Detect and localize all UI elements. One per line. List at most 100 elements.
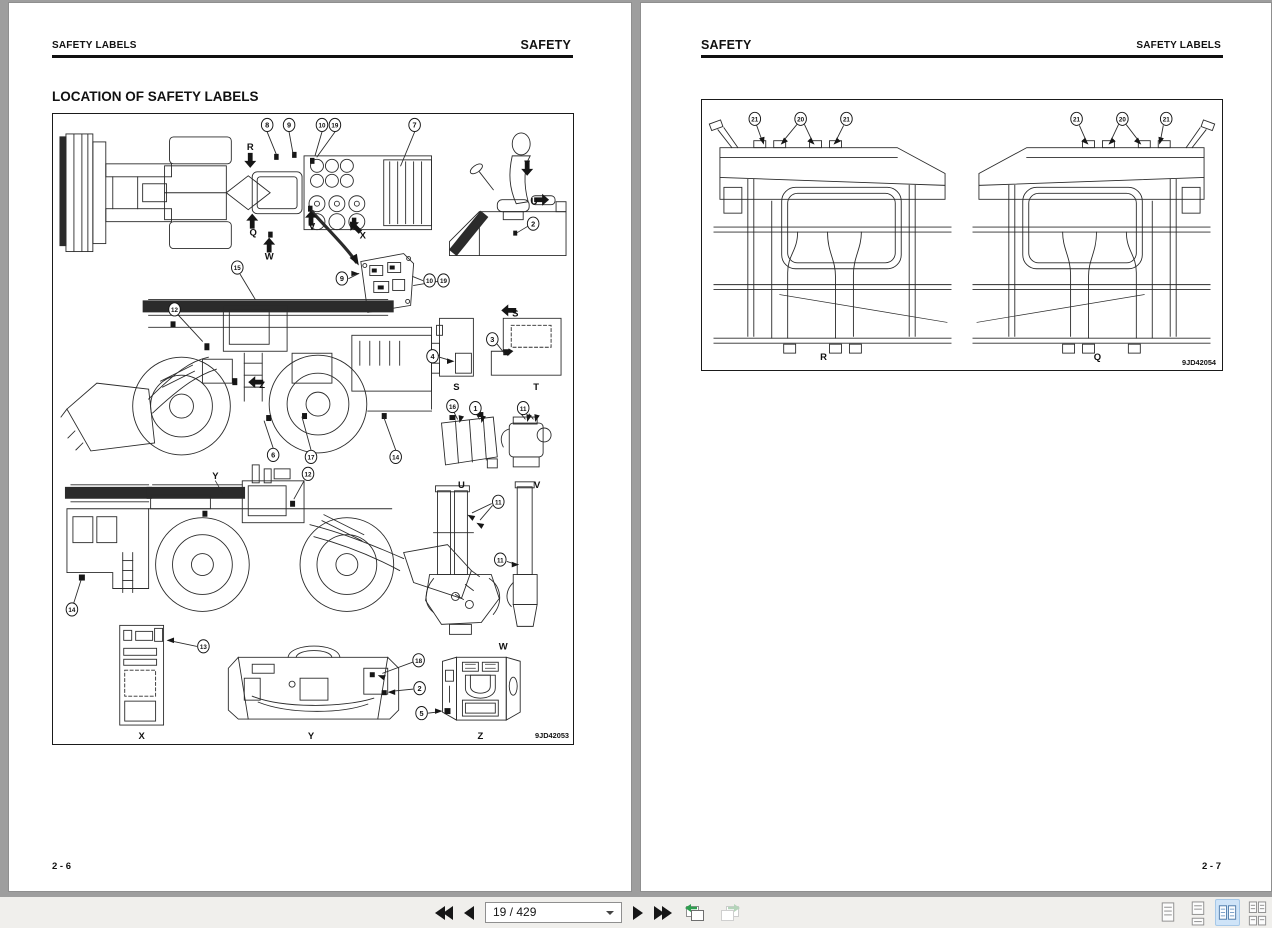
svg-text:3: 3 <box>490 335 494 344</box>
single-page-layout-icon <box>1161 902 1175 922</box>
svg-text:10: 10 <box>426 278 433 285</box>
svg-text:Y: Y <box>212 471 219 482</box>
svg-text:U: U <box>531 197 538 208</box>
running-header-left: SAFETY <box>701 38 752 52</box>
svg-text:12: 12 <box>171 307 178 314</box>
continuous-layout-button[interactable] <box>1185 899 1210 926</box>
svg-text:11: 11 <box>497 557 504 564</box>
continuous-layout-icon <box>1191 901 1205 926</box>
previous-page-button[interactable] <box>464 897 474 928</box>
svg-text:T: T <box>524 159 530 170</box>
facing-pages-layout-button[interactable] <box>1215 899 1240 926</box>
svg-text:17: 17 <box>308 455 315 462</box>
detail-z <box>442 656 521 721</box>
figure-cab-safety-labels: 21 20 21 21 20 21 RQ 9JD42054 <box>701 99 1223 371</box>
svg-text:8: 8 <box>265 121 269 130</box>
section-title: LOCATION OF SAFETY LABELS <box>52 89 259 104</box>
header-rule <box>52 55 573 58</box>
view-label-layer: R Q W V X T U S Z Y S T U V W X Y Z <box>139 142 541 742</box>
page-navigation-group: 19 / 429 <box>435 897 742 928</box>
svg-text:11: 11 <box>520 406 527 413</box>
svg-text:14: 14 <box>392 455 399 462</box>
figure-code: 9JD42054 <box>1182 358 1217 367</box>
svg-text:T: T <box>533 382 539 393</box>
cab-views-diagram: 21 20 21 21 20 21 RQ 9JD42054 <box>708 111 1217 367</box>
running-header-right: SAFETY <box>520 38 571 52</box>
svg-text:Q: Q <box>1094 352 1101 363</box>
svg-text:Q: Q <box>250 228 257 239</box>
leader-arrowheads <box>759 136 1164 147</box>
next-view-button[interactable] <box>718 902 742 923</box>
running-header-left: SAFETY LABELS <box>52 40 137 51</box>
svg-text:18: 18 <box>415 658 422 665</box>
page-number: 2 - 7 <box>1201 861 1221 872</box>
svg-text:15: 15 <box>234 265 241 272</box>
detail-y <box>227 645 400 720</box>
page-number-combobox[interactable]: 19 / 429 <box>485 902 622 923</box>
detail-t <box>490 317 562 376</box>
svg-text:20: 20 <box>797 117 804 124</box>
chevron-down-icon <box>606 911 614 915</box>
leader-lines <box>73 131 534 714</box>
svg-text:19: 19 <box>440 278 447 285</box>
last-page-button[interactable] <box>654 897 672 928</box>
facing-pages-layout-icon <box>1218 905 1237 920</box>
cab-view-r <box>708 119 952 354</box>
page-layout-group <box>1155 897 1270 928</box>
svg-text:R: R <box>247 142 254 153</box>
figure-location-of-safety-labels: 8 9 10 19 7 2 15 9 10 19 12 4 3 6 17 14 16 1 11 12 11 11 14 13 1… <box>52 113 574 745</box>
svg-text:W: W <box>265 252 274 263</box>
first-page-button[interactable] <box>435 897 453 928</box>
svg-text:X: X <box>360 231 367 242</box>
next-page-button[interactable] <box>633 897 643 928</box>
previous-page-icon <box>464 905 474 920</box>
next-view-icon <box>721 904 740 921</box>
svg-text:2: 2 <box>531 219 535 228</box>
detail-x <box>119 624 165 726</box>
previous-view-icon <box>685 904 704 921</box>
book-view-layout-button[interactable] <box>1245 899 1270 926</box>
svg-text:9: 9 <box>287 121 291 130</box>
svg-text:21: 21 <box>843 117 850 124</box>
figure-code: 9JD42053 <box>535 731 569 740</box>
book-view-layout-icon <box>1248 901 1267 926</box>
svg-text:5: 5 <box>420 709 424 718</box>
callout-layer: 21 20 21 21 20 21 <box>748 111 1173 126</box>
next-page-icon <box>633 905 643 920</box>
svg-text:S: S <box>453 382 459 393</box>
svg-text:Y: Y <box>308 731 315 742</box>
svg-text:6: 6 <box>271 451 275 460</box>
cab-view-q <box>972 119 1216 354</box>
svg-text:16: 16 <box>449 404 456 411</box>
svg-text:1: 1 <box>473 404 477 413</box>
svg-text:21: 21 <box>1163 117 1170 124</box>
previous-view-button[interactable] <box>683 902 707 923</box>
detail-s <box>436 317 474 377</box>
view-label-layer: RQ <box>820 352 1101 363</box>
svg-text:9: 9 <box>340 274 344 283</box>
svg-text:V: V <box>309 222 316 233</box>
svg-text:20: 20 <box>1119 117 1126 124</box>
svg-text:Z: Z <box>477 731 483 742</box>
svg-text:Z: Z <box>259 380 265 391</box>
detail-u <box>441 412 498 469</box>
pdf-toolbar: 19 / 429 <box>0 897 1272 928</box>
page-left: SAFETY LABELS SAFETY LOCATION OF SAFETY … <box>8 2 632 892</box>
page-right: SAFETY SAFETY LABELS 21 20 21 21 20 21 R… <box>640 2 1272 892</box>
svg-text:12: 12 <box>305 472 312 479</box>
pdf-viewer-window: SAFETY LABELS SAFETY LOCATION OF SAFETY … <box>0 0 1272 928</box>
svg-text:U: U <box>458 480 465 491</box>
svg-text:2: 2 <box>418 684 422 693</box>
single-page-layout-button[interactable] <box>1155 899 1180 926</box>
loader-side-view-left-facing <box>60 298 440 456</box>
running-header-right: SAFETY LABELS <box>1136 40 1221 51</box>
svg-text:W: W <box>499 641 508 652</box>
header-rule <box>701 55 1223 58</box>
document-pages-area: SAFETY LABELS SAFETY LOCATION OF SAFETY … <box>0 0 1272 897</box>
svg-text:7: 7 <box>413 121 417 130</box>
leader-lines <box>756 124 1164 143</box>
svg-text:V: V <box>534 480 541 491</box>
wheel-loader-safety-label-diagram: 8 9 10 19 72159 10 1912436 17 1416 1 1112111114131… <box>59 117 569 742</box>
svg-text:21: 21 <box>1073 117 1080 124</box>
svg-text:X: X <box>139 731 146 742</box>
